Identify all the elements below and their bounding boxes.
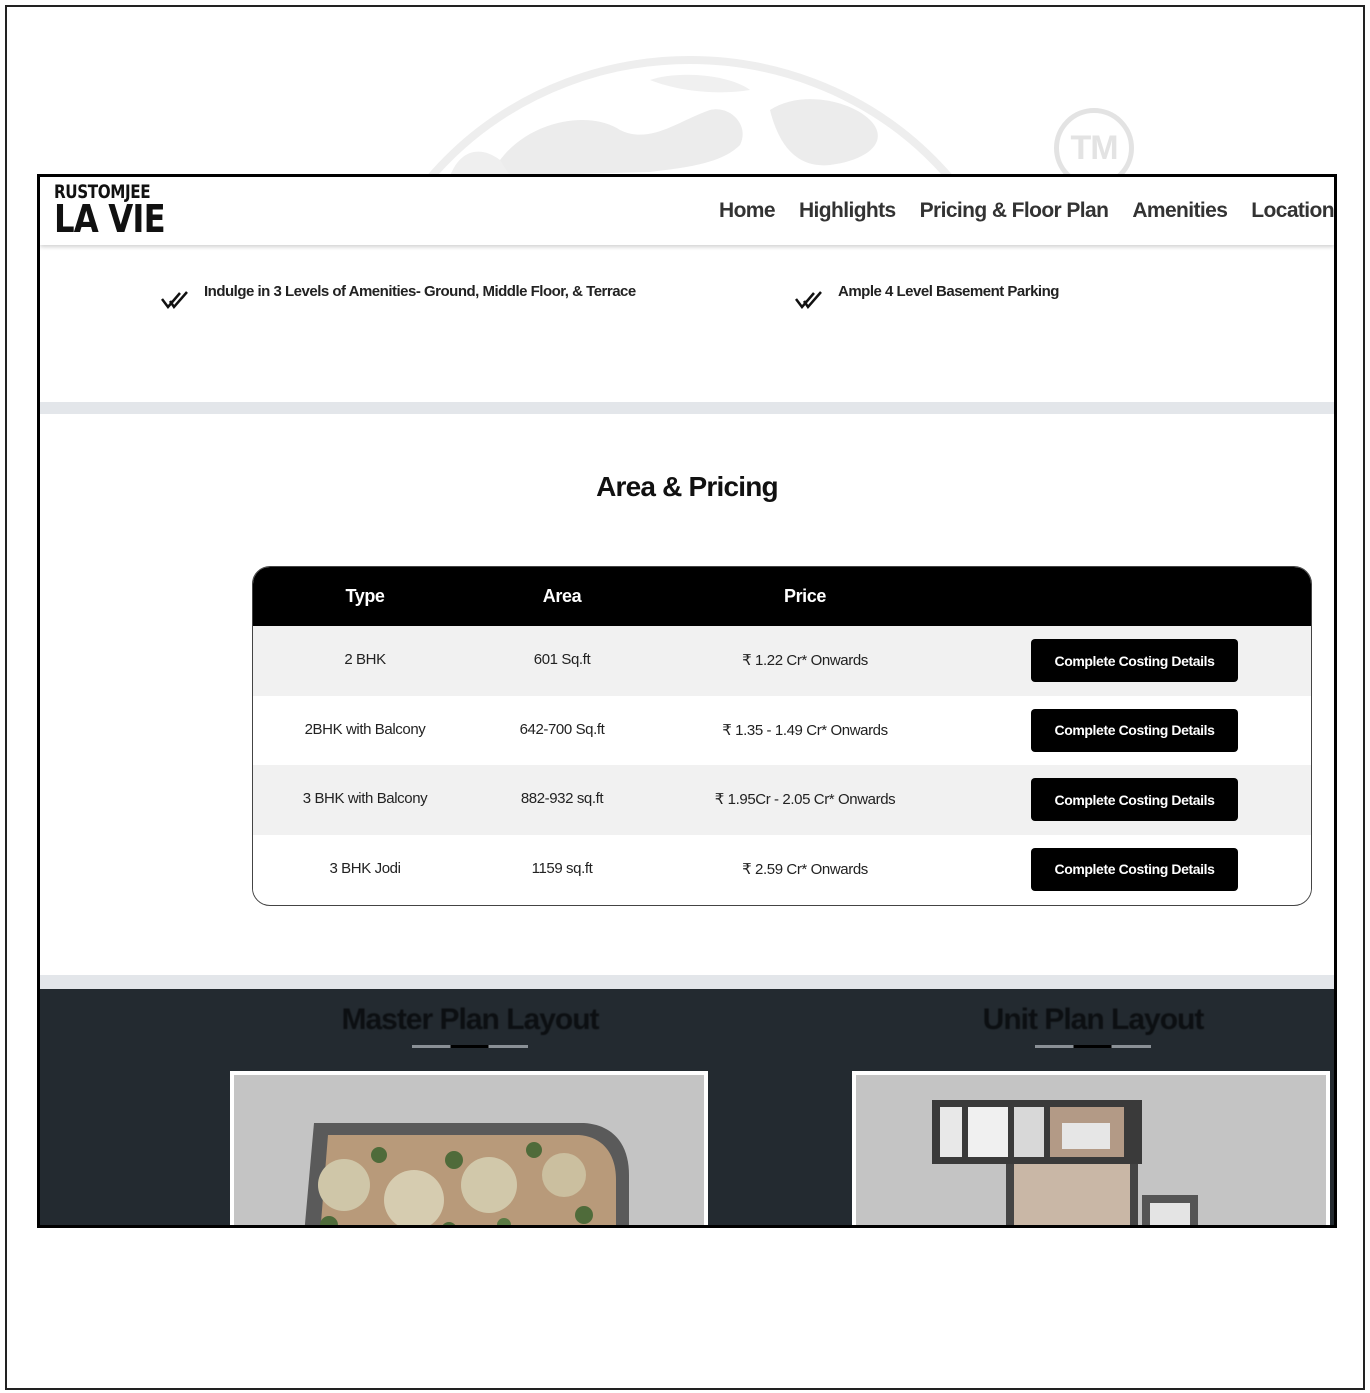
cell-type: 2BHK with Balcony: [304, 720, 426, 738]
table-row: 3 BHK with Balcony 882-932 sq.ft ₹ 1.95C…: [253, 765, 1311, 835]
highlight-text: Indulge in 3 Levels of Amenities- Ground…: [204, 283, 636, 300]
section-divider: [40, 975, 1334, 989]
plans-section: Master Plan Layout Unit Plan Layout: [40, 989, 1334, 1225]
cell-type: 3 BHK Jodi: [329, 859, 401, 877]
cell-type: 3 BHK with Balcony: [302, 790, 428, 807]
nav-highlights[interactable]: Highlights: [799, 199, 896, 223]
main-nav: Home Highlights Pricing & Floor Plan Ame…: [719, 199, 1334, 223]
highlight-text: Ample 4 Level Basement Parking: [838, 283, 1059, 300]
pricing-title: Area & Pricing: [596, 471, 779, 502]
section-divider: [40, 402, 1334, 414]
table-header: Type Area Price: [253, 567, 1311, 626]
globe-watermark: [350, 50, 1030, 176]
cell-price: ₹ 1.35 - 1.49 Cr* Onwards: [722, 721, 888, 739]
costing-details-button[interactable]: Complete Costing Details: [1031, 708, 1238, 752]
table-row: 3 BHK Jodi 1159 sq.ft ₹ 2.59 Cr* Onwards…: [253, 834, 1311, 904]
double-check-icon: [160, 289, 190, 311]
nav-pricing-floor-plan[interactable]: Pricing & Floor Plan: [920, 199, 1109, 223]
nav-amenities[interactable]: Amenities: [1132, 199, 1228, 223]
pricing-table: Type Area Price 2 BHK 601 Sq.ft ₹ 1.22 C…: [252, 566, 1312, 906]
cell-area: 601 Sq.ft: [533, 651, 591, 668]
col-area: Area: [542, 586, 582, 606]
highlight-item: Ample 4 Level Basement Parking: [794, 277, 1059, 311]
col-type: Type: [345, 586, 385, 606]
unit-plan-title: Unit Plan Layout: [982, 1003, 1205, 1036]
nav-location[interactable]: Location: [1251, 199, 1334, 223]
table-row: 2BHK with Balcony 642-700 Sq.ft ₹ 1.35 -…: [253, 695, 1311, 765]
cell-area: 882-932 sq.ft: [520, 790, 604, 807]
master-plan-title: Master Plan Layout: [341, 1003, 599, 1036]
table-body: 2 BHK 601 Sq.ft ₹ 1.22 Cr* Onwards Compl…: [253, 626, 1311, 904]
master-plan-image[interactable]: [230, 1071, 708, 1225]
site-logo[interactable]: RUSTOMJEE LA VIE: [54, 183, 184, 241]
costing-details-button[interactable]: Complete Costing Details: [1031, 778, 1238, 821]
cell-type: 2 BHK: [344, 651, 386, 668]
site-header: RUSTOMJEE LA VIE Home Highlights Pricing…: [40, 177, 1334, 245]
logo-project: LA VIE: [54, 197, 166, 241]
website-screenshot: RUSTOMJEE LA VIE Home Highlights Pricing…: [37, 174, 1337, 1228]
title-underline: [1035, 1045, 1151, 1048]
cell-price: ₹ 2.59 Cr* Onwards: [742, 860, 868, 878]
cell-price: ₹ 1.22 Cr* Onwards: [742, 652, 868, 669]
cell-price: ₹ 1.95Cr - 2.05 Cr* Onwards: [714, 791, 896, 808]
cell-area: 642-700 Sq.ft: [519, 720, 605, 738]
title-underline: [412, 1045, 528, 1048]
cell-area: 1159 sq.ft: [531, 859, 593, 877]
master-plan-illustration: [234, 1075, 704, 1225]
highlight-item: Indulge in 3 Levels of Amenities- Ground…: [160, 277, 636, 311]
double-check-icon: [794, 289, 824, 311]
nav-home[interactable]: Home: [719, 199, 776, 223]
table-row: 2 BHK 601 Sq.ft ₹ 1.22 Cr* Onwards Compl…: [253, 626, 1311, 696]
highlights-section: Indulge in 3 Levels of Amenities- Ground…: [40, 245, 1334, 402]
col-price: Price: [783, 586, 827, 606]
unit-plan-illustration: [856, 1075, 1326, 1225]
unit-plan-image[interactable]: [852, 1071, 1330, 1225]
costing-details-button[interactable]: Complete Costing Details: [1031, 639, 1238, 682]
costing-details-button[interactable]: Complete Costing Details: [1031, 847, 1238, 891]
